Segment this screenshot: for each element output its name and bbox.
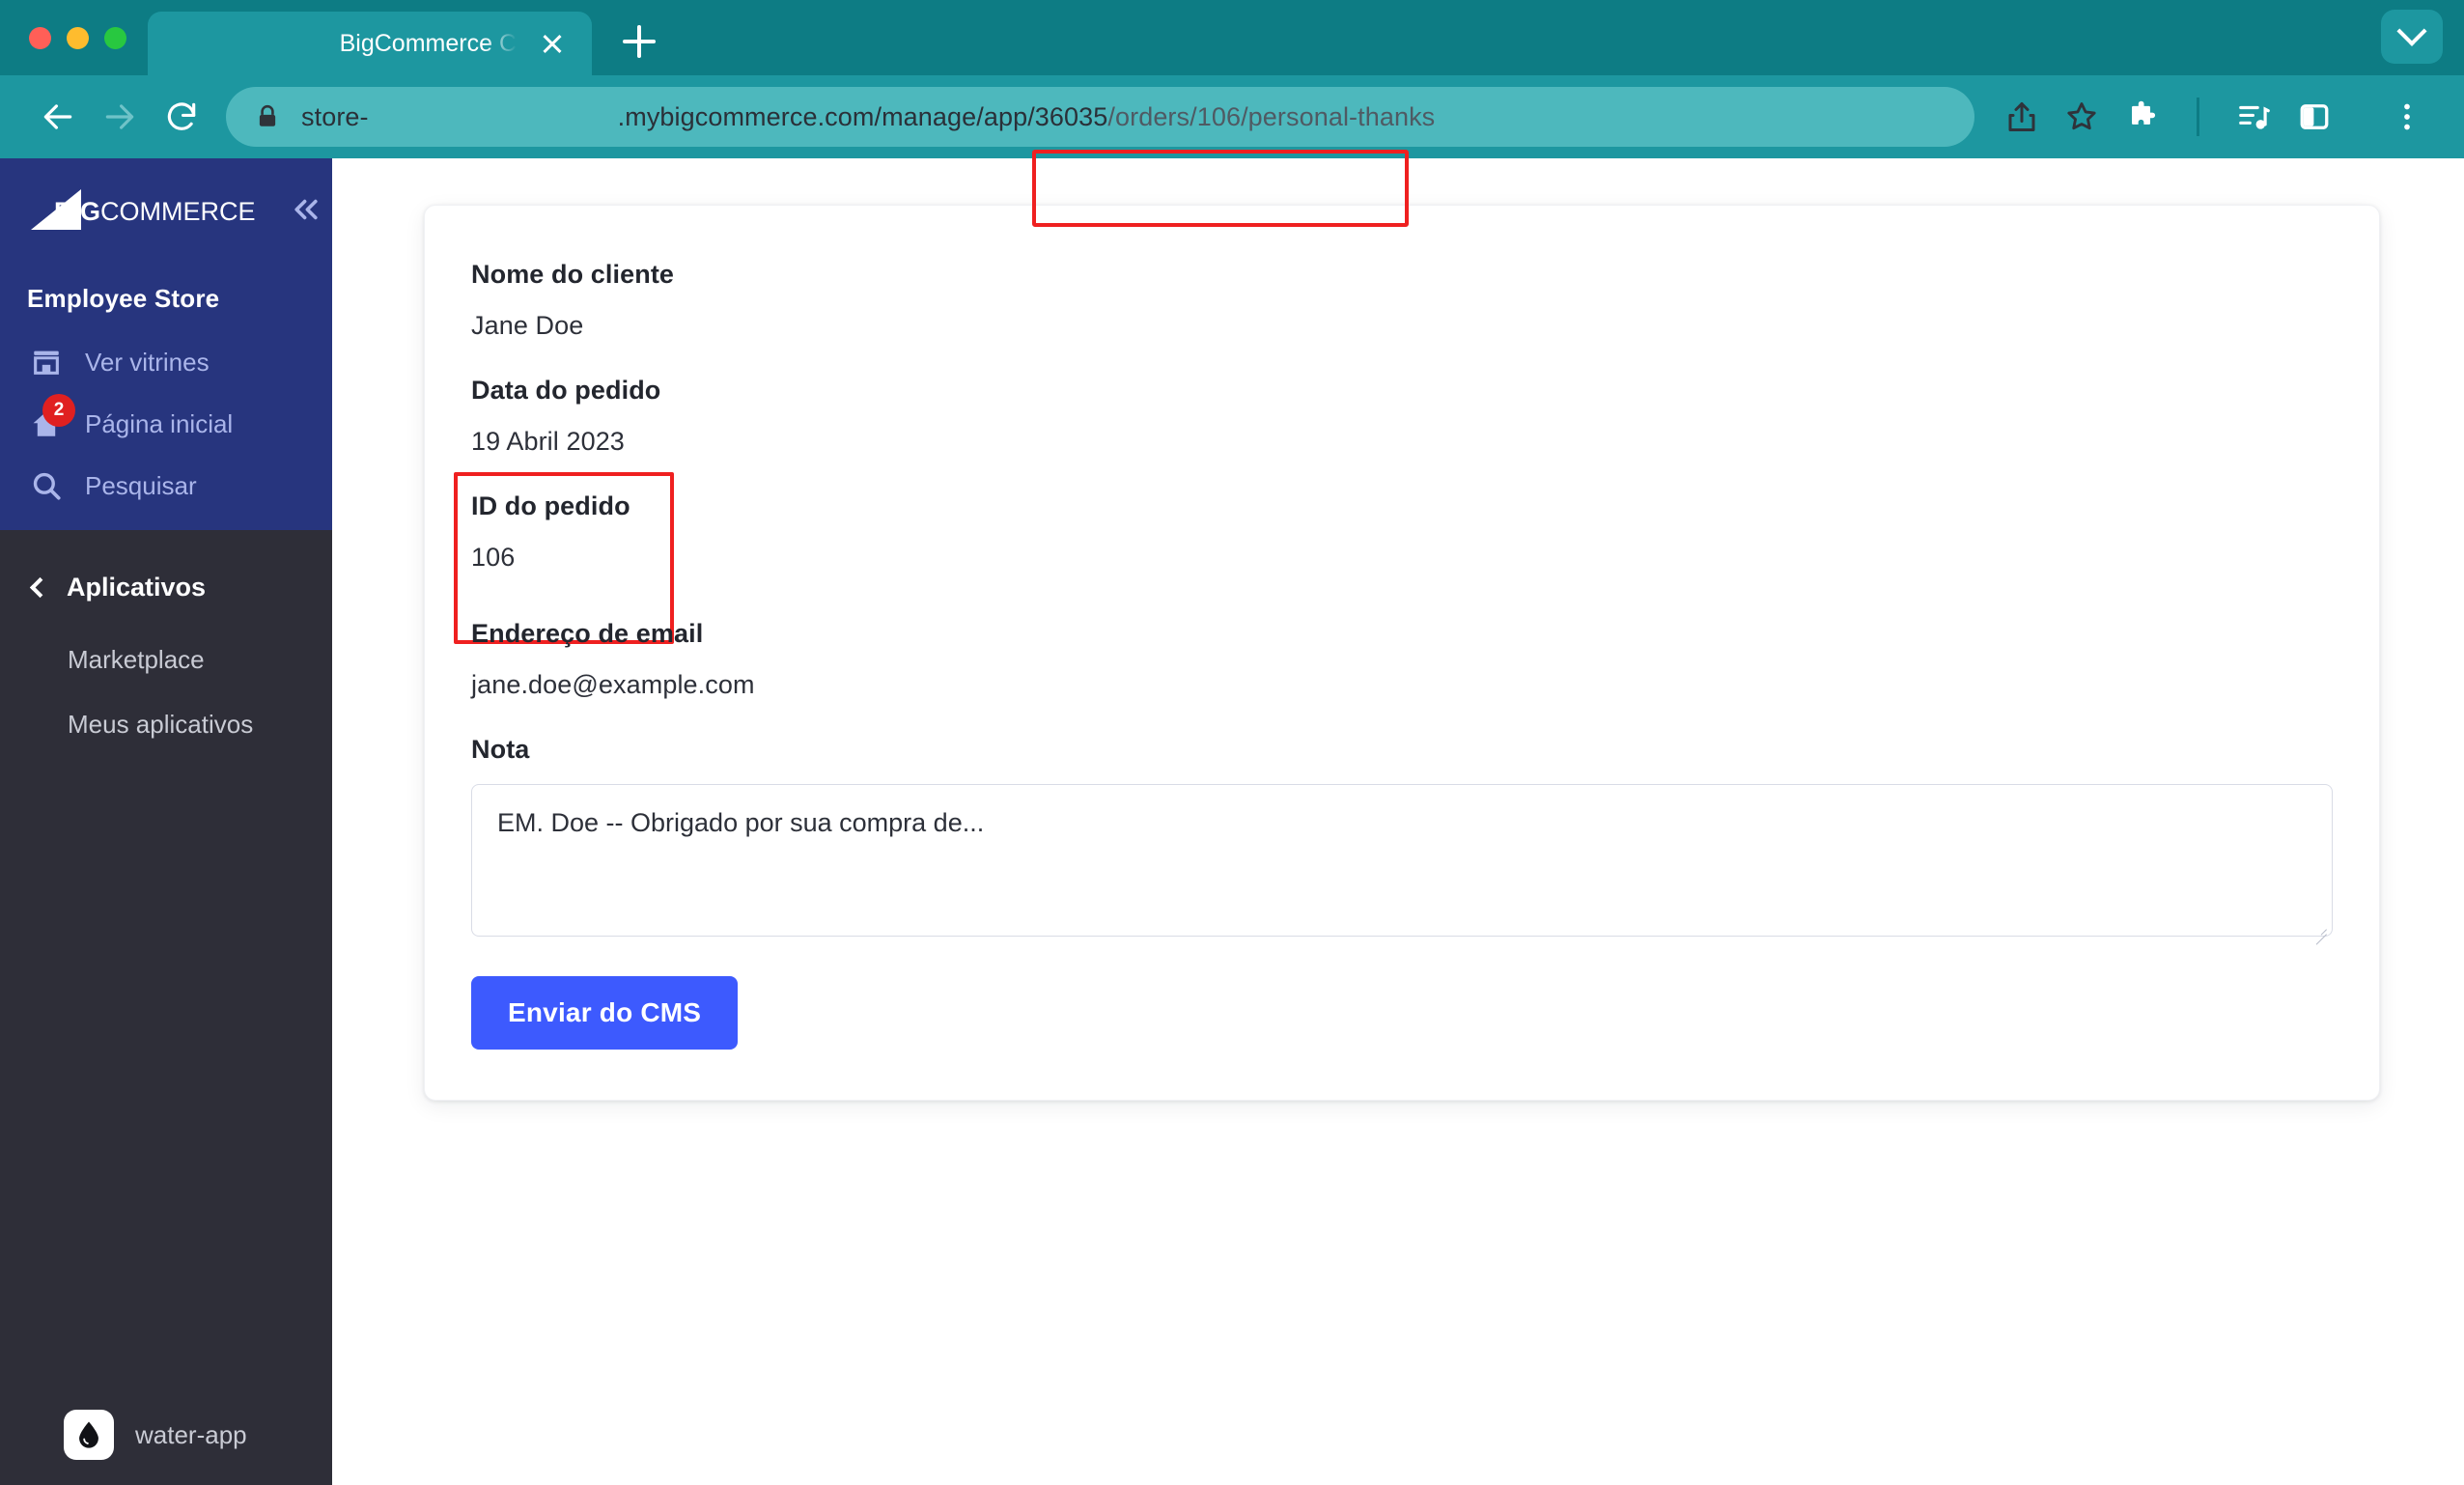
sidebar-item-meus-aplicativos[interactable]: Meus aplicativos: [0, 692, 332, 757]
main-content: Nome do cliente Jane Doe Data do pedido …: [332, 158, 2464, 1485]
collapse-sidebar-button[interactable]: [290, 196, 322, 223]
back-button[interactable]: [27, 86, 89, 148]
field-order-id: ID do pedido 106: [454, 472, 2333, 644]
url-text: store- .mybigcommerce.com/manage/app/3603…: [301, 102, 1435, 132]
sidebar-apps-section: Aplicativos Marketplace Meus aplicativos: [0, 530, 332, 1410]
chevron-left-icon: [29, 576, 51, 599]
field-label: Data do pedido: [471, 376, 661, 405]
sidebar-item-label: Ver vitrines: [85, 347, 210, 377]
media-controls-button[interactable]: [2225, 87, 2284, 147]
back-icon: [43, 104, 72, 129]
note-label: Nota: [471, 735, 530, 764]
field-value: jane.doe@example.com: [471, 670, 755, 699]
home-icon: 2: [29, 394, 75, 441]
field-customer-name: Nome do cliente Jane Doe: [471, 260, 2333, 341]
sidebar-item-ver-vitrines[interactable]: Ver vitrines: [0, 331, 332, 393]
browser-toolbar: store- .mybigcommerce.com/manage/app/3603…: [0, 75, 2464, 227]
browser-tab[interactable]: BigCommerce C: [148, 12, 592, 75]
brand-row: BIG COMMERCE: [0, 158, 332, 259]
tab-title: BigCommerce C: [339, 29, 517, 57]
sidebar-item-pesquisar[interactable]: Pesquisar: [0, 455, 332, 517]
side-panel-button[interactable]: [2284, 87, 2344, 147]
sidebar-app-label: water-app: [135, 1419, 247, 1449]
storefront-icon: [29, 345, 64, 379]
field-email-address: Endereço de email jane.doe@example.com: [471, 619, 2333, 700]
sidebar-primary-nav: BIG COMMERCE Employee Store Ver vitrines…: [0, 158, 332, 530]
share-icon: [2008, 102, 2035, 131]
note-field-wrapper: [471, 784, 2333, 941]
field-value: 106: [471, 543, 516, 572]
bookmark-button[interactable]: [2052, 87, 2112, 147]
chevron-down-icon: [2396, 15, 2427, 46]
browser-menu-icon: [2404, 103, 2410, 130]
field-order-date: Data do pedido 19 Abril 2023: [471, 376, 2333, 457]
water-drop-icon: [64, 1410, 114, 1460]
new-tab-button[interactable]: [609, 12, 669, 71]
field-value: 19 Abril 2023: [471, 427, 625, 456]
close-icon[interactable]: [538, 29, 567, 58]
field-label: ID do pedido: [471, 491, 630, 520]
note-textarea[interactable]: [471, 784, 2333, 937]
sidebar-item-marketplace[interactable]: Marketplace: [0, 628, 332, 692]
chevrons-left-icon: [294, 199, 318, 220]
sidebar-item-pagina-inicial[interactable]: 2 Página inicial: [0, 393, 332, 455]
maximize-window-button[interactable]: [104, 26, 126, 49]
forward-icon: [105, 104, 134, 129]
search-icon: [29, 468, 64, 503]
order-details-card: Nome do cliente Jane Doe Data do pedido …: [424, 205, 2380, 1101]
address-bar[interactable]: store- .mybigcommerce.com/manage/app/3603…: [226, 87, 1974, 147]
extensions-puzzle-icon: [2132, 100, 2156, 125]
window-traffic-lights: [0, 0, 148, 75]
submit-button[interactable]: Enviar do CMS: [471, 976, 739, 1050]
notification-badge: 2: [42, 394, 75, 427]
toolbar-divider: [2197, 98, 2199, 136]
minimize-window-button[interactable]: [67, 26, 89, 49]
url-highlighted-path: /orders/106/personal-thanks: [1107, 101, 1436, 131]
field-label: Nome do cliente: [471, 260, 675, 289]
lock-icon: [259, 104, 276, 126]
media-list-icon: [2239, 105, 2270, 129]
sidebar-item-label: Pesquisar: [85, 470, 197, 500]
bigcommerce-logo: BIG COMMERCE: [31, 189, 256, 230]
extensions-button[interactable]: [2112, 87, 2171, 147]
tab-strip: BigCommerce C: [0, 0, 2464, 75]
browser-window: BigCommerce C store- .mybigcommerce.com/…: [0, 0, 2464, 1485]
field-label: Endereço de email: [471, 619, 704, 648]
sidebar-apps-title: Aplicativos: [67, 573, 207, 602]
sidebar-item-label: Página inicial: [85, 408, 234, 438]
forward-button[interactable]: [89, 86, 151, 148]
close-window-button[interactable]: [29, 26, 51, 49]
toolbar-icon-group: [1992, 87, 2437, 147]
plus-icon: [623, 25, 656, 58]
store-name: Employee Store: [27, 284, 220, 313]
svg-text:BIG: BIG: [54, 197, 100, 226]
side-panel-icon: [2300, 104, 2329, 129]
bookmark-star-icon: [2067, 102, 2096, 130]
browser-menu-button[interactable]: [2377, 87, 2437, 147]
sidebar: BIG COMMERCE Employee Store Ver vitrines…: [0, 158, 332, 1485]
sidebar-item-water-app[interactable]: water-app: [0, 1410, 332, 1485]
tab-list-chevron-button[interactable]: [2381, 10, 2443, 64]
svg-text:COMMERCE: COMMERCE: [100, 197, 256, 226]
reload-icon: [167, 102, 196, 130]
field-value: Jane Doe: [471, 311, 584, 340]
url-prefix: store-: [301, 101, 369, 131]
url-middle: .mybigcommerce.com/manage/app/36035: [617, 101, 1108, 131]
page-body: BIG COMMERCE Employee Store Ver vitrines…: [0, 158, 2464, 1485]
reload-button[interactable]: [151, 86, 212, 148]
sidebar-apps-header[interactable]: Aplicativos: [0, 547, 332, 628]
share-button[interactable]: [1992, 87, 2052, 147]
